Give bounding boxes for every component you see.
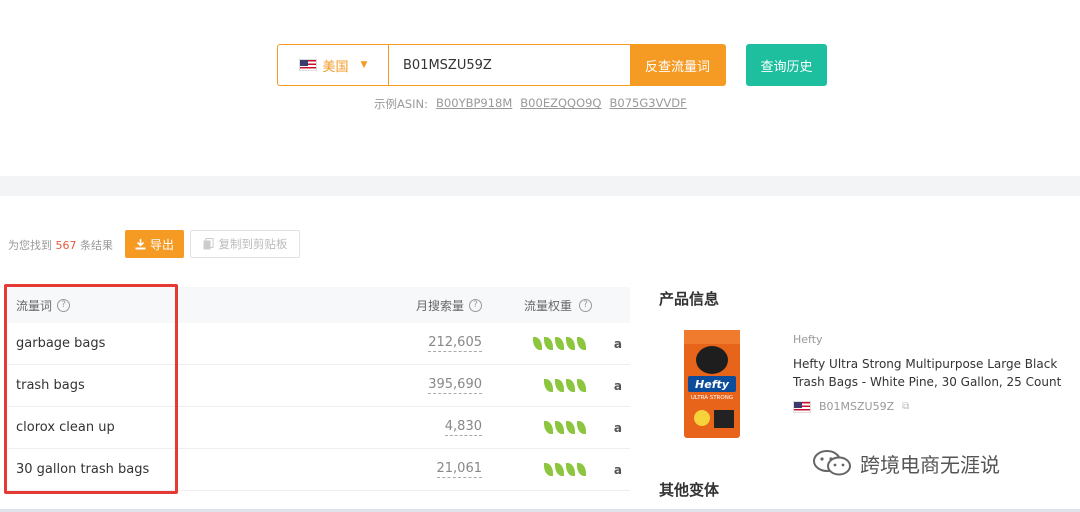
table-row: garbage bags 212,605 a xyxy=(8,323,630,365)
weight-cell xyxy=(516,323,586,364)
section-divider xyxy=(0,176,1080,196)
example-prefix: 示例ASIN: xyxy=(374,97,429,111)
example-asins: 示例ASIN: B00YBP918M B00EZQQO9Q B075G3VVDF xyxy=(374,96,687,112)
volume-cell: 4,830 xyxy=(444,407,482,448)
table-row: trash bags 395,690 a xyxy=(8,365,630,407)
leaf-icon xyxy=(555,421,564,434)
export-button[interactable]: 导出 xyxy=(125,230,184,258)
leaf-icon xyxy=(533,337,542,350)
leaf-icon xyxy=(577,379,586,392)
amazon-icon[interactable]: a xyxy=(614,323,622,364)
amazon-icon[interactable]: a xyxy=(614,449,622,490)
country-select[interactable]: 美国 ▼ xyxy=(278,45,389,85)
header-volume[interactable]: 月搜索量 ? xyxy=(416,287,482,323)
leaf-icon xyxy=(555,379,564,392)
leaf-icon xyxy=(566,337,575,350)
volume-link[interactable]: 4,830 xyxy=(444,419,482,436)
leaf-icon xyxy=(577,463,586,476)
leaf-icon xyxy=(544,463,553,476)
watermark-text: 跨境电商无涯说 xyxy=(860,452,1000,477)
table-header: 流量词 ? 月搜索量 ? 流量权重 ? xyxy=(8,287,630,323)
keyword-cell: garbage bags xyxy=(16,336,106,351)
copy-icon xyxy=(203,238,213,250)
weight-cell xyxy=(516,449,586,490)
header-keyword: 流量词 ? xyxy=(16,287,71,323)
watermark: 跨境电商无涯说 xyxy=(812,448,1000,478)
example-asin-link[interactable]: B00EZQQO9Q xyxy=(520,96,601,112)
keyword-cell: 30 gallon trash bags xyxy=(16,462,150,477)
asin-input[interactable] xyxy=(389,45,630,85)
other-variants-title: 其他变体 xyxy=(659,481,720,499)
example-asin-link[interactable]: B00YBP918M xyxy=(436,96,512,112)
keyword-table: 流量词 ? 月搜索量 ? 流量权重 ? garbage bags 212,605 a… xyxy=(8,287,630,491)
export-label: 导出 xyxy=(149,237,174,252)
volume-link[interactable]: 21,061 xyxy=(436,461,482,478)
product-image[interactable]: Hefty ULTRA STRONG xyxy=(684,330,740,438)
leaf-icon xyxy=(555,463,564,476)
result-count-text: 为您找到 567 条结果 xyxy=(8,239,113,252)
leaf-icon xyxy=(566,421,575,434)
help-icon[interactable]: ? xyxy=(57,298,71,312)
product-asin: B01MSZU59Z xyxy=(819,400,895,413)
help-icon[interactable]: ? xyxy=(579,298,593,312)
leaf-icon xyxy=(566,463,575,476)
volume-cell: 21,061 xyxy=(436,449,482,490)
volume-link[interactable]: 395,690 xyxy=(428,377,482,394)
country-label: 美国 xyxy=(322,59,349,75)
header-weight[interactable]: 流量权重 ? xyxy=(524,287,593,323)
table-row: clorox clean up 4,830 a xyxy=(8,407,630,449)
us-flag-icon xyxy=(298,59,317,71)
product-name-link[interactable]: Hefty Ultra Strong Multipurpose Large Bl… xyxy=(793,355,1078,391)
external-link-icon[interactable]: ⧉ xyxy=(902,401,909,412)
leaf-icon xyxy=(577,421,586,434)
volume-cell: 212,605 xyxy=(428,323,482,364)
weight-cell xyxy=(516,407,586,448)
download-icon xyxy=(135,238,146,249)
leaf-icon xyxy=(544,337,553,350)
search-area: 美国 ▼ 反查流量词 查询历史 示例ASIN: B00YBP918M B00EZ… xyxy=(0,0,1080,176)
query-history-button[interactable]: 查询历史 xyxy=(746,44,827,86)
us-flag-icon xyxy=(793,400,811,413)
wechat-icon xyxy=(813,450,851,476)
help-icon[interactable]: ? xyxy=(469,298,482,312)
volume-link[interactable]: 212,605 xyxy=(428,335,482,352)
amazon-icon[interactable]: a xyxy=(614,407,622,448)
volume-cell: 395,690 xyxy=(428,365,482,406)
reverse-lookup-button[interactable]: 反查流量词 xyxy=(630,45,725,85)
copy-to-clipboard-button[interactable]: 复制到剪贴板 xyxy=(190,230,300,258)
table-row: 30 gallon trash bags 21,061 a xyxy=(8,449,630,491)
leaf-icon xyxy=(544,421,553,434)
result-count: 567 xyxy=(55,239,77,252)
chevron-down-icon: ▼ xyxy=(360,60,368,70)
product-info-title: 产品信息 xyxy=(659,290,720,308)
keyword-cell: clorox clean up xyxy=(16,420,115,435)
package-subtext: ULTRA STRONG xyxy=(691,395,733,401)
copy-label: 复制到剪贴板 xyxy=(218,237,288,251)
leaf-icon xyxy=(566,379,575,392)
leaf-icon xyxy=(577,337,586,350)
package-brand: Hefty xyxy=(695,378,730,391)
leaf-icon xyxy=(555,337,564,350)
leaf-icon xyxy=(544,379,553,392)
keyword-cell: trash bags xyxy=(16,378,85,393)
example-asin-link[interactable]: B075G3VVDF xyxy=(610,96,687,112)
product-brand: Hefty xyxy=(793,333,823,346)
amazon-icon[interactable]: a xyxy=(614,365,622,406)
weight-cell xyxy=(516,365,586,406)
search-box: 美国 ▼ 反查流量词 xyxy=(277,44,726,86)
product-asin-row: B01MSZU59Z ⧉ xyxy=(793,400,909,413)
